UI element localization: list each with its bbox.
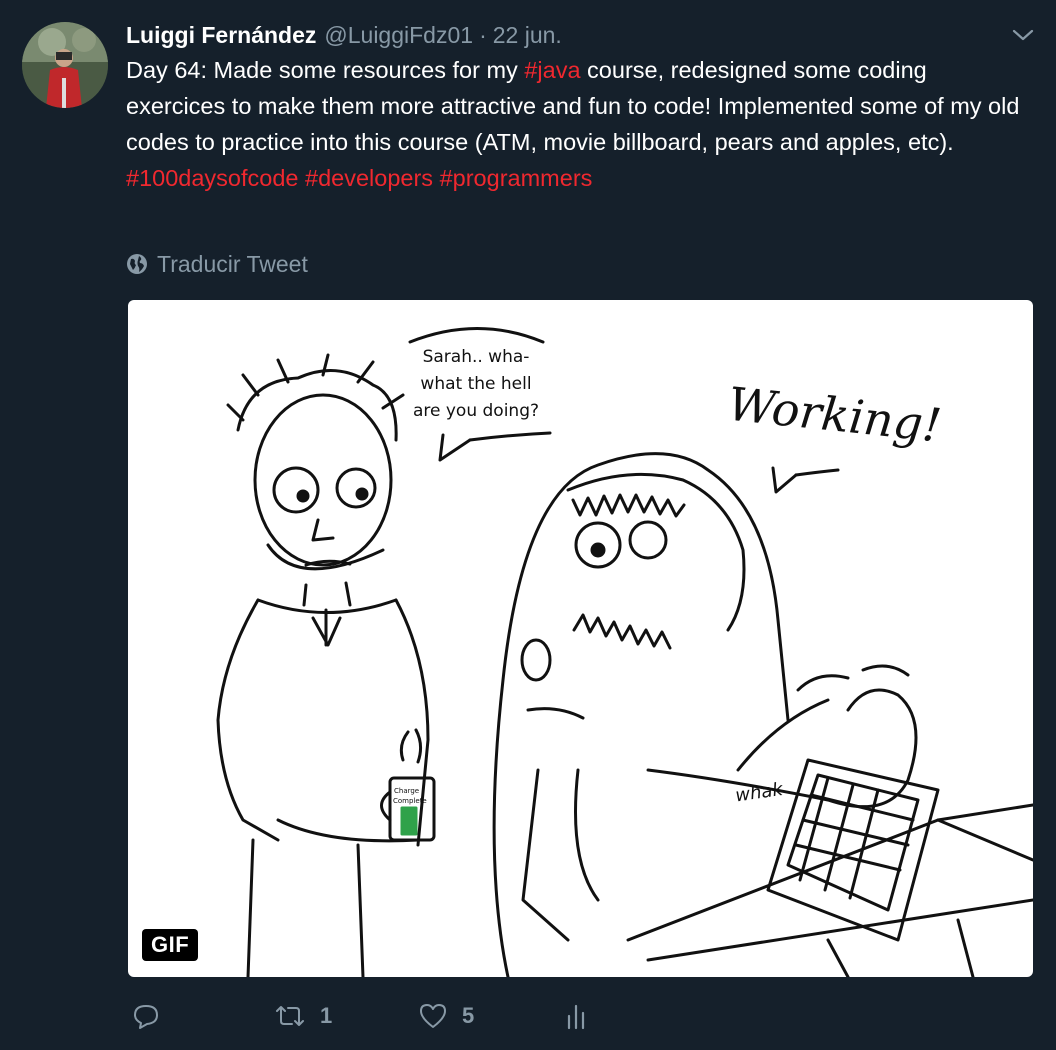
retweet-button[interactable]: 1: [274, 996, 332, 1036]
hashtag-programmers[interactable]: #programmers: [440, 165, 593, 191]
tweet-media-gif[interactable]: Sarah.. wha- what the hell are you doing…: [128, 300, 1033, 977]
speech-bubble-text: are you doing?: [413, 401, 539, 421]
tweet-text: Day 64: Made some resources for my #java…: [126, 52, 1031, 196]
globe-icon: [127, 254, 147, 274]
author-handle[interactable]: @LuiggiFdz01: [324, 22, 473, 49]
speech-bubble-working: Working!: [725, 377, 943, 453]
translate-label: Traducir Tweet: [157, 250, 308, 277]
tweet-text-segment: Day 64: Made some resources for my: [126, 57, 525, 83]
avatar[interactable]: [22, 22, 108, 108]
retweet-count: 1: [320, 1003, 333, 1028]
hashtag-line: #100daysofcode #developers #programmers: [126, 160, 1031, 196]
hashtag-java[interactable]: #java: [524, 57, 580, 83]
reply-icon: [134, 1005, 158, 1029]
reply-button[interactable]: [132, 996, 174, 1036]
hashtag-100daysofcode[interactable]: #100daysofcode: [126, 165, 298, 191]
like-button[interactable]: 5: [418, 996, 474, 1036]
tweet-date[interactable]: 22 jun.: [493, 22, 562, 49]
retweet-icon: [276, 1006, 304, 1026]
translate-tweet-link[interactable]: Traducir Tweet: [126, 248, 308, 280]
comic-illustration: Sarah.. wha- what the hell are you doing…: [216, 327, 1033, 977]
avatar-photo: [22, 22, 108, 108]
tweet-paragraph: Day 64: Made some resources for my #java…: [126, 52, 1031, 160]
speech-bubble-text: Sarah.. wha-: [423, 347, 530, 367]
tweet-header: Luiggi Fernández @LuiggiFdz01 · 22 jun.: [126, 22, 562, 52]
chevron-down-icon: [1012, 29, 1034, 41]
hashtag-developers[interactable]: #developers: [305, 165, 433, 191]
analytics-button[interactable]: [564, 996, 588, 1036]
tweet-menu-button[interactable]: [1012, 26, 1034, 44]
like-count: 5: [462, 1003, 475, 1028]
separator: ·: [479, 22, 487, 48]
mug-label: Complete: [393, 797, 427, 805]
tweet-actions: 1 5: [128, 996, 988, 1036]
heart-icon: [420, 1004, 446, 1028]
analytics-icon: [567, 1004, 585, 1030]
speech-bubble-text: what the hell: [420, 374, 531, 394]
mug-label: Charge: [394, 787, 419, 795]
author-name[interactable]: Luiggi Fernández: [126, 22, 316, 49]
gif-badge: GIF: [142, 929, 199, 961]
